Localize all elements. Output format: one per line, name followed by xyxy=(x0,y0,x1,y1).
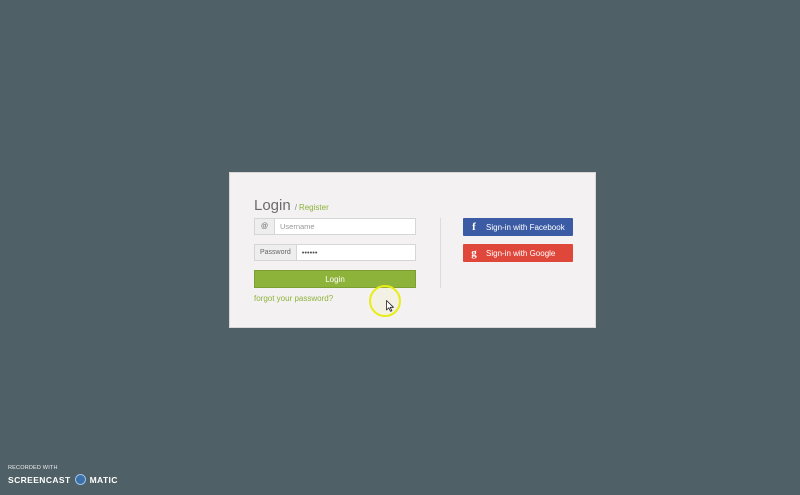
google-signin-label: Sign-in with Google xyxy=(486,248,556,258)
login-title: Login xyxy=(254,197,291,214)
password-field: Password xyxy=(254,244,416,261)
username-field: @ xyxy=(254,218,416,235)
mouse-pointer-icon xyxy=(386,300,394,312)
brand-right: MATIC xyxy=(89,474,118,485)
facebook-signin-button[interactable]: f Sign-in with Facebook xyxy=(463,218,573,236)
facebook-signin-label: Sign-in with Facebook xyxy=(486,222,565,232)
login-card: Login / Register @ Password Login forgot… xyxy=(229,172,596,328)
login-button[interactable]: Login xyxy=(254,270,416,288)
google-icon: g xyxy=(471,247,477,259)
brand-left: SCREENCAST xyxy=(8,474,71,485)
register-link[interactable]: Register xyxy=(299,203,329,212)
divider xyxy=(440,218,441,288)
login-heading: Login / Register xyxy=(254,197,329,214)
screencast-watermark: RECORDED WITH SCREENCAST MATIC xyxy=(8,465,118,485)
at-sign-icon: @ xyxy=(255,219,275,234)
facebook-icon: f xyxy=(472,221,476,233)
forgot-password-link[interactable]: forgot your password? xyxy=(254,294,333,303)
password-label: Password xyxy=(255,245,297,260)
google-signin-button[interactable]: g Sign-in with Google xyxy=(463,244,573,262)
title-separator: / xyxy=(294,203,297,212)
screencast-logo-icon xyxy=(74,474,86,485)
username-input[interactable] xyxy=(275,219,415,234)
click-highlight xyxy=(369,285,401,317)
recorded-with-label: RECORDED WITH xyxy=(8,465,58,471)
screencast-logo: SCREENCAST MATIC xyxy=(8,474,118,485)
password-input[interactable] xyxy=(296,245,415,260)
